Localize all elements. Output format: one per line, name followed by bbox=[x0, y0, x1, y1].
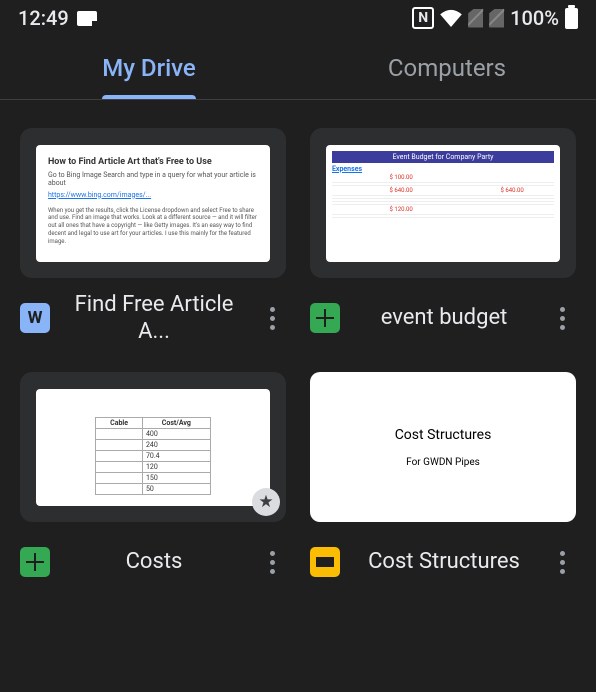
file-name: Cost Structures bbox=[340, 548, 548, 576]
file-item-cost-structures[interactable]: Cost Structures For GWDN Pipes Cost Stru… bbox=[310, 372, 576, 592]
sheet-preview: CableCost/Avg 400 240 70.4 120 150 50 bbox=[36, 389, 270, 506]
file-item-event-budget[interactable]: Event Budget for Company Party Expenses … bbox=[310, 128, 576, 348]
file-item-costs[interactable]: CableCost/Avg 400 240 70.4 120 150 50 ★ … bbox=[20, 372, 286, 592]
file-thumbnail[interactable]: Cost Structures For GWDN Pipes bbox=[310, 372, 576, 522]
nfc-icon: N bbox=[412, 7, 434, 29]
word-doc-icon: W bbox=[20, 303, 50, 333]
file-name: Costs bbox=[50, 548, 258, 576]
more-options-button[interactable] bbox=[258, 307, 286, 330]
file-item-find-free-article[interactable]: How to Find Article Art that's Free to U… bbox=[20, 128, 286, 348]
image-icon bbox=[77, 11, 97, 26]
sheets-icon bbox=[310, 303, 340, 333]
tab-computers[interactable]: Computers bbox=[298, 36, 596, 99]
file-thumbnail[interactable]: Event Budget for Company Party Expenses … bbox=[310, 128, 576, 278]
file-name: Find Free Article A... bbox=[50, 291, 258, 346]
file-row: Costs bbox=[20, 532, 286, 592]
slides-icon bbox=[310, 547, 340, 577]
sim-disabled-icon bbox=[489, 9, 504, 28]
tab-label: Computers bbox=[388, 54, 506, 82]
file-name: event budget bbox=[340, 304, 548, 332]
slide-preview: Cost Structures For GWDN Pipes bbox=[395, 427, 492, 468]
tab-label: My Drive bbox=[102, 54, 196, 82]
file-thumbnail[interactable]: CableCost/Avg 400 240 70.4 120 150 50 ★ bbox=[20, 372, 286, 522]
sheets-icon bbox=[20, 547, 50, 577]
file-row: Cost Structures bbox=[310, 532, 576, 592]
file-row: event budget bbox=[310, 288, 576, 348]
more-options-button[interactable] bbox=[258, 551, 286, 574]
battery-percent: 100% bbox=[510, 6, 559, 30]
sheet-preview: Event Budget for Company Party Expenses … bbox=[326, 145, 560, 262]
tab-my-drive[interactable]: My Drive bbox=[0, 36, 298, 99]
starred-badge-icon: ★ bbox=[252, 488, 280, 516]
more-options-button[interactable] bbox=[548, 307, 576, 330]
status-left: 12:49 bbox=[18, 6, 97, 30]
status-time: 12:49 bbox=[18, 6, 69, 30]
status-right: N 100% bbox=[412, 6, 578, 30]
tab-bar: My Drive Computers bbox=[0, 36, 596, 100]
file-grid: How to Find Article Art that's Free to U… bbox=[0, 100, 596, 620]
sim-disabled-icon bbox=[468, 9, 483, 28]
wifi-icon bbox=[440, 9, 462, 27]
battery-icon bbox=[565, 8, 578, 29]
status-bar: 12:49 N 100% bbox=[0, 0, 596, 36]
more-options-button[interactable] bbox=[548, 551, 576, 574]
doc-preview: How to Find Article Art that's Free to U… bbox=[36, 145, 270, 262]
file-row: W Find Free Article A... bbox=[20, 288, 286, 348]
file-thumbnail[interactable]: How to Find Article Art that's Free to U… bbox=[20, 128, 286, 278]
